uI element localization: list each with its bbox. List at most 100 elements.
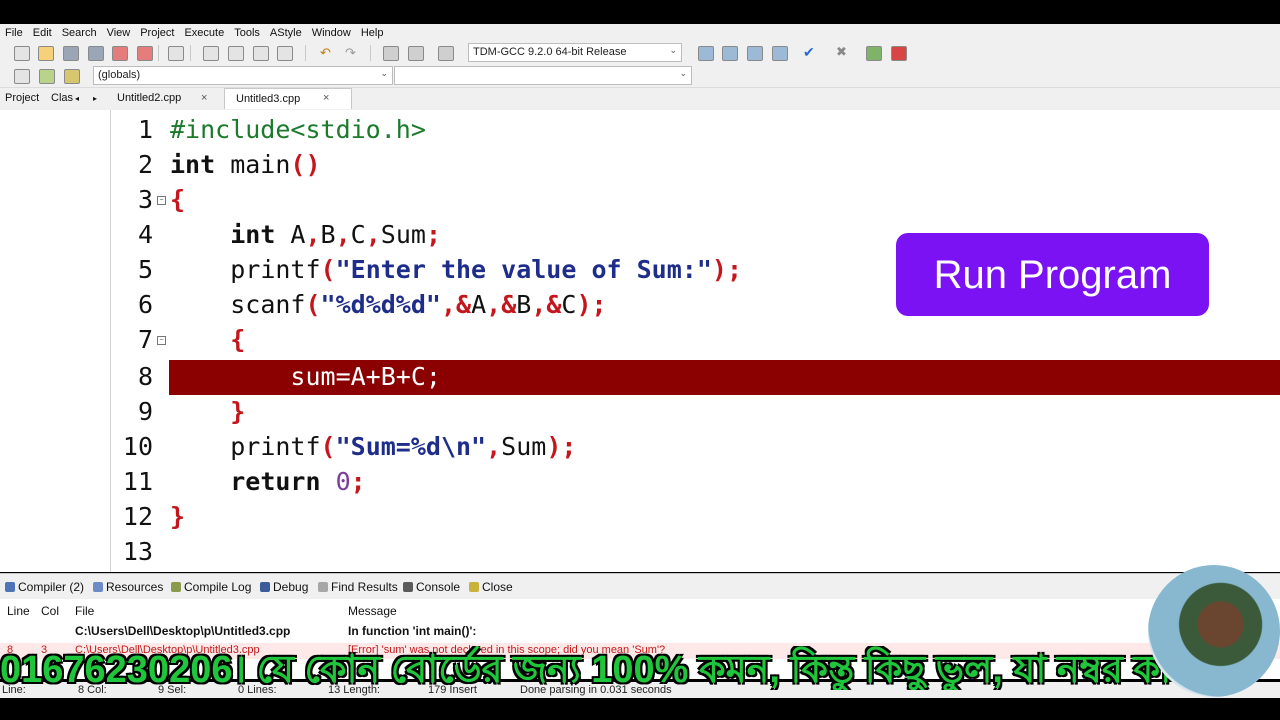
menu-help[interactable]: Help [356, 27, 389, 39]
fold-toggle-icon[interactable]: − [157, 196, 166, 205]
tab-untitled2[interactable]: Untitled2.cpp [117, 88, 181, 109]
tab-resources[interactable]: Resources [93, 580, 163, 594]
code-token: 0 [320, 467, 351, 496]
code-token: ); [711, 255, 742, 284]
run-icon[interactable] [722, 46, 738, 61]
resources-icon [93, 582, 103, 592]
goto-icon[interactable] [39, 69, 55, 84]
column-header-col[interactable]: Col [41, 604, 59, 618]
fold-toggle-icon[interactable]: − [157, 336, 166, 345]
code-token: } [230, 397, 246, 426]
new-file-icon[interactable] [14, 46, 30, 61]
menu-astyle[interactable]: AStyle [265, 27, 307, 39]
code-line-2: int main() [170, 150, 321, 179]
tab-compile-log[interactable]: Compile Log [171, 580, 251, 594]
tab-label: Compile Log [184, 580, 252, 594]
toolbar-divider [190, 45, 191, 61]
check-syntax-icon[interactable]: ✔ [803, 44, 815, 61]
open-file-icon[interactable] [38, 46, 54, 61]
menu-execute[interactable]: Execute [179, 27, 229, 39]
stop-execution-icon[interactable]: ✖ [836, 44, 847, 60]
menu-view[interactable]: View [102, 27, 136, 39]
tab-scroll-left-icon[interactable]: ◂ [75, 88, 79, 109]
code-token: ); [546, 432, 577, 461]
code-line-7: { [170, 325, 245, 354]
column-header-file[interactable]: File [75, 604, 94, 618]
replace-icon[interactable] [228, 46, 244, 61]
unindent-icon[interactable] [408, 46, 424, 61]
code-token: ( [305, 290, 321, 319]
profile-icon[interactable] [866, 46, 882, 61]
code-token: ; [350, 467, 366, 496]
bottom-panel-tabs: Compiler (2) Resources Compile Log Debug… [0, 573, 1280, 600]
find-icon[interactable] [203, 46, 219, 61]
chevron-down-icon: ⌄ [679, 68, 687, 78]
compile-run-icon[interactable] [747, 46, 763, 61]
code-token: ,& [440, 290, 472, 319]
compile-icon[interactable] [698, 46, 714, 61]
insert-icon[interactable] [14, 69, 30, 84]
toolbar-divider [158, 45, 159, 61]
redo-icon[interactable]: ↷ [345, 45, 356, 61]
undo-icon[interactable]: ↶ [320, 45, 331, 61]
tab-find-results[interactable]: Find Results [318, 580, 398, 594]
code-line-3: { [170, 185, 185, 214]
promo-banner: 01676230206। যে কোন বোর্ডের জন্য 100% কম… [0, 649, 1224, 690]
code-editor[interactable]: 1 2 3 4 5 6 7 8 9 10 11 12 13 − − #inclu… [111, 110, 1280, 572]
tab-compiler[interactable]: Compiler (2) [5, 580, 84, 594]
menu-window[interactable]: Window [307, 27, 356, 39]
column-header-message[interactable]: Message [348, 604, 397, 618]
save-all-icon[interactable] [88, 46, 104, 61]
menu-bar: File Edit Search View Project Execute To… [0, 24, 1280, 41]
code-token: , [305, 220, 321, 249]
menu-file[interactable]: File [0, 27, 28, 39]
tab-untitled3[interactable]: Untitled3.cpp [224, 88, 352, 109]
close-panel-icon [469, 582, 479, 592]
line-number: 13 [122, 537, 153, 566]
tab-console[interactable]: Console [403, 580, 460, 594]
main-toolbar: ↶ ↷ TDM-GCC 9.2.0 64-bit Release ⌄ ✔ ✖ [0, 41, 1280, 65]
close-icon[interactable]: × [323, 88, 329, 109]
message-file: C:\Users\Dell\Desktop\p\Untitled3.cpp [75, 624, 291, 638]
print-icon[interactable] [168, 46, 184, 61]
project-browser[interactable] [0, 110, 111, 572]
column-header-line[interactable]: Line [7, 604, 30, 618]
indent-icon[interactable] [383, 46, 399, 61]
bookmark-icon[interactable] [64, 69, 80, 84]
toggle-comment-icon[interactable] [438, 46, 454, 61]
run-program-button[interactable]: Run Program [896, 233, 1209, 316]
tab-close[interactable]: Close [469, 580, 513, 594]
code-line-5: printf("Enter the value of Sum:"); [170, 255, 742, 284]
compiler-icon [5, 582, 15, 592]
class-toolbar: (globals) ⌄ ⌄ [0, 65, 1280, 88]
find-next-icon[interactable] [253, 46, 269, 61]
close-all-icon[interactable] [137, 46, 153, 61]
close-file-icon[interactable] [112, 46, 128, 61]
code-token: int [170, 150, 216, 179]
goto-line-icon[interactable] [277, 46, 293, 61]
close-icon[interactable]: × [201, 88, 207, 109]
code-token: Sum [380, 220, 426, 249]
menu-edit[interactable]: Edit [28, 27, 57, 39]
menu-tools[interactable]: Tools [229, 27, 265, 39]
function-select[interactable]: ⌄ [394, 66, 692, 85]
tab-scroll-right-icon[interactable]: ▸ [93, 88, 97, 109]
code-token: , [486, 432, 502, 461]
line-number: 2 [137, 150, 153, 179]
menu-search[interactable]: Search [57, 27, 102, 39]
code-token: C [561, 290, 577, 319]
tab-project[interactable]: Project [5, 88, 39, 109]
code-line-12: } [170, 502, 185, 531]
tab-classes[interactable]: Clas [51, 88, 73, 109]
code-token: , [335, 220, 351, 249]
compiler-select[interactable]: TDM-GCC 9.2.0 64-bit Release ⌄ [468, 43, 682, 62]
save-icon[interactable] [63, 46, 79, 61]
debug-icon[interactable] [891, 46, 907, 61]
scope-select[interactable]: (globals) ⌄ [93, 66, 393, 85]
menu-project[interactable]: Project [135, 27, 179, 39]
tab-row: Project Clas ◂ ▸ Untitled2.cpp × Untitle… [0, 88, 1280, 110]
code-token: B [320, 220, 336, 249]
tab-debug[interactable]: Debug [260, 580, 308, 594]
code-line-11: return 0; [170, 467, 366, 496]
rebuild-icon[interactable] [772, 46, 788, 61]
